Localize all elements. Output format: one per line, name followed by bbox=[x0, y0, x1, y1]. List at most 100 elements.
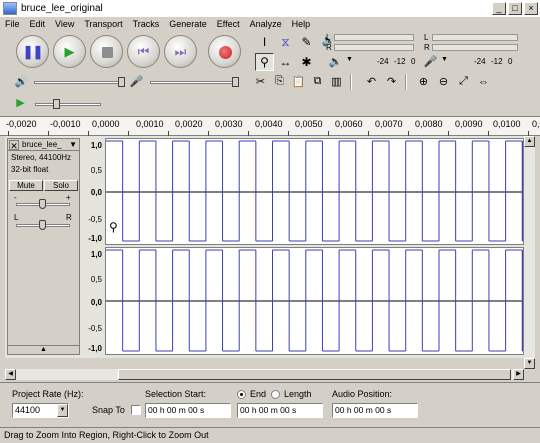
length-radio[interactable] bbox=[271, 390, 280, 399]
fit-project-icon[interactable]: ⇔ bbox=[474, 73, 493, 90]
ruler-label: 0,0030 bbox=[215, 119, 243, 129]
output-meter-dropdown-icon[interactable]: ▼ bbox=[346, 56, 353, 63]
silence-icon[interactable]: ▥ bbox=[327, 73, 346, 90]
output-meter-bar-l[interactable] bbox=[334, 34, 414, 41]
ruler-label: 0,0050 bbox=[295, 119, 323, 129]
menu-file[interactable]: File bbox=[0, 19, 25, 29]
timeline-ruler[interactable]: -0,0020 -0,0010 0,0000 0,0010 0,0020 0,0… bbox=[0, 116, 540, 136]
snap-to-checkbox[interactable] bbox=[131, 405, 141, 415]
track-format: Stereo, 44100Hz bbox=[11, 153, 72, 162]
mute-button[interactable]: Mute bbox=[9, 180, 43, 191]
output-volume-icon: 🔊 bbox=[14, 76, 29, 88]
skip-to-end-button[interactable]: ⏭ bbox=[164, 35, 197, 68]
pan-left-label: L bbox=[14, 213, 19, 222]
scroll-left-button[interactable]: ◀ bbox=[5, 369, 16, 380]
selection-end-field[interactable]: 00 h 00 m 00 s bbox=[237, 403, 323, 418]
track-area: ✕ bruce_lee_ ▼ Stereo, 44100Hz 32-bit fl… bbox=[5, 136, 524, 358]
zoom-out-icon[interactable]: ⊖ bbox=[434, 73, 453, 90]
menu-transport[interactable]: Transport bbox=[79, 19, 127, 29]
multi-tool-icon: ✱ bbox=[301, 55, 312, 69]
waveform-left-channel[interactable] bbox=[105, 138, 524, 245]
menu-help[interactable]: Help bbox=[287, 19, 316, 29]
menu-tracks[interactable]: Tracks bbox=[128, 19, 165, 29]
menu-edit[interactable]: Edit bbox=[25, 19, 51, 29]
track-control-panel: ✕ bruce_lee_ ▼ Stereo, 44100Hz 32-bit fl… bbox=[7, 138, 80, 355]
vertical-scrollbar[interactable]: ▲ ▼ bbox=[524, 136, 535, 369]
envelope-icon: ⧖ bbox=[281, 34, 290, 49]
maximize-button[interactable]: □ bbox=[508, 2, 522, 15]
audio-position-field[interactable]: 00 h 00 m 00 s bbox=[332, 403, 418, 418]
scroll-right-button[interactable]: ▶ bbox=[513, 369, 524, 380]
ruler-label: -0,0010 bbox=[50, 119, 81, 129]
output-volume-thumb[interactable] bbox=[118, 77, 125, 87]
output-meter-bar-r[interactable] bbox=[334, 44, 414, 51]
redo-icon[interactable]: ↷ bbox=[382, 73, 401, 90]
ruler-label: 0,0040 bbox=[255, 119, 283, 129]
input-volume-thumb[interactable] bbox=[232, 77, 239, 87]
close-button[interactable]: × bbox=[524, 2, 538, 15]
pencil-icon: ✎ bbox=[301, 35, 312, 49]
play-speed-slider[interactable] bbox=[35, 103, 101, 106]
input-meter-bar-r[interactable] bbox=[432, 44, 518, 51]
input-mic-icon[interactable]: 🎤 bbox=[421, 53, 440, 70]
play-speed-thumb[interactable] bbox=[53, 99, 60, 109]
play-at-speed-button[interactable]: ▶ bbox=[11, 94, 30, 111]
menu-effect[interactable]: Effect bbox=[212, 19, 245, 29]
envelope-tool[interactable]: ⧖ bbox=[276, 33, 295, 51]
menu-view[interactable]: View bbox=[50, 19, 79, 29]
pause-button[interactable]: ❚❚ bbox=[16, 35, 49, 68]
skip-to-start-button[interactable]: ⏮ bbox=[127, 35, 160, 68]
gain-slider-thumb[interactable] bbox=[39, 199, 46, 209]
horizontal-scrollbar[interactable]: ◀ ▶ bbox=[5, 369, 524, 380]
track-close-button[interactable]: ✕ bbox=[9, 139, 19, 151]
selection-start-label: Selection Start: bbox=[145, 389, 207, 399]
end-radio[interactable] bbox=[237, 390, 246, 399]
input-meter-dropdown-icon[interactable]: ▼ bbox=[441, 56, 448, 63]
copy-icon[interactable]: ⎘ bbox=[270, 73, 289, 90]
play-button[interactable]: ▶ bbox=[53, 35, 86, 68]
zoom-in-icon[interactable]: ⊕ bbox=[414, 73, 433, 90]
multi-tool[interactable]: ✱ bbox=[297, 53, 316, 71]
status-text: Drag to Zoom Into Region, Right-Click to… bbox=[4, 430, 209, 440]
snap-to-label: Snap To bbox=[92, 405, 125, 415]
draw-tool[interactable]: ✎ bbox=[297, 33, 316, 51]
undo-icon[interactable]: ↶ bbox=[362, 73, 381, 90]
zoom-tool[interactable]: ⚲ bbox=[255, 53, 274, 71]
solo-button[interactable]: Solo bbox=[44, 180, 78, 191]
track-bitdepth: 32-bit float bbox=[11, 165, 49, 174]
timeshift-tool[interactable]: ↔ bbox=[276, 53, 295, 71]
collapse-track-button[interactable]: ▲ bbox=[8, 345, 79, 354]
vruler-label: -0,5 bbox=[88, 215, 102, 224]
stop-button[interactable] bbox=[90, 35, 123, 68]
cut-icon[interactable]: ✂ bbox=[251, 73, 270, 90]
output-speaker-icon[interactable]: 🔈 bbox=[326, 53, 345, 70]
chevron-down-icon[interactable]: ▼ bbox=[69, 140, 77, 149]
pan-slider-thumb[interactable] bbox=[39, 220, 46, 230]
vruler-label: -1,0 bbox=[88, 344, 102, 353]
menu-generate[interactable]: Generate bbox=[164, 19, 212, 29]
output-volume-slider[interactable] bbox=[34, 81, 122, 84]
ruler-label: 0,0000 bbox=[92, 119, 120, 129]
selection-start-field[interactable]: 00 h 00 m 00 s bbox=[145, 403, 231, 418]
vertical-ruler-left-channel: 1,0 0,5 0,0 -0,5 -1,0 bbox=[82, 138, 104, 245]
minimize-button[interactable]: _ bbox=[492, 2, 506, 15]
input-volume-slider[interactable] bbox=[150, 81, 238, 84]
record-button[interactable] bbox=[208, 35, 241, 68]
project-rate-select[interactable]: 44100 ▼ bbox=[12, 403, 69, 418]
scroll-up-button[interactable]: ▲ bbox=[524, 136, 535, 147]
scroll-down-button[interactable]: ▼ bbox=[524, 358, 535, 369]
skip-end-icon: ⏭ bbox=[174, 43, 187, 59]
waveform-right-channel[interactable] bbox=[105, 247, 524, 355]
trim-icon[interactable]: ⧉ bbox=[308, 73, 327, 90]
app-icon bbox=[3, 2, 17, 15]
selection-tool[interactable]: I bbox=[255, 33, 274, 51]
chevron-down-icon[interactable]: ▼ bbox=[57, 404, 68, 417]
fit-selection-icon[interactable]: ⤢ bbox=[454, 73, 473, 90]
output-scale-24: -24 bbox=[377, 57, 389, 66]
paste-icon[interactable]: 📋 bbox=[289, 73, 308, 90]
menu-analyze[interactable]: Analyze bbox=[245, 19, 287, 29]
track-name-menu[interactable]: bruce_lee_ bbox=[22, 140, 69, 149]
separator bbox=[405, 74, 407, 90]
horizontal-scroll-thumb[interactable] bbox=[118, 369, 511, 380]
input-meter-bar-l[interactable] bbox=[432, 34, 518, 41]
